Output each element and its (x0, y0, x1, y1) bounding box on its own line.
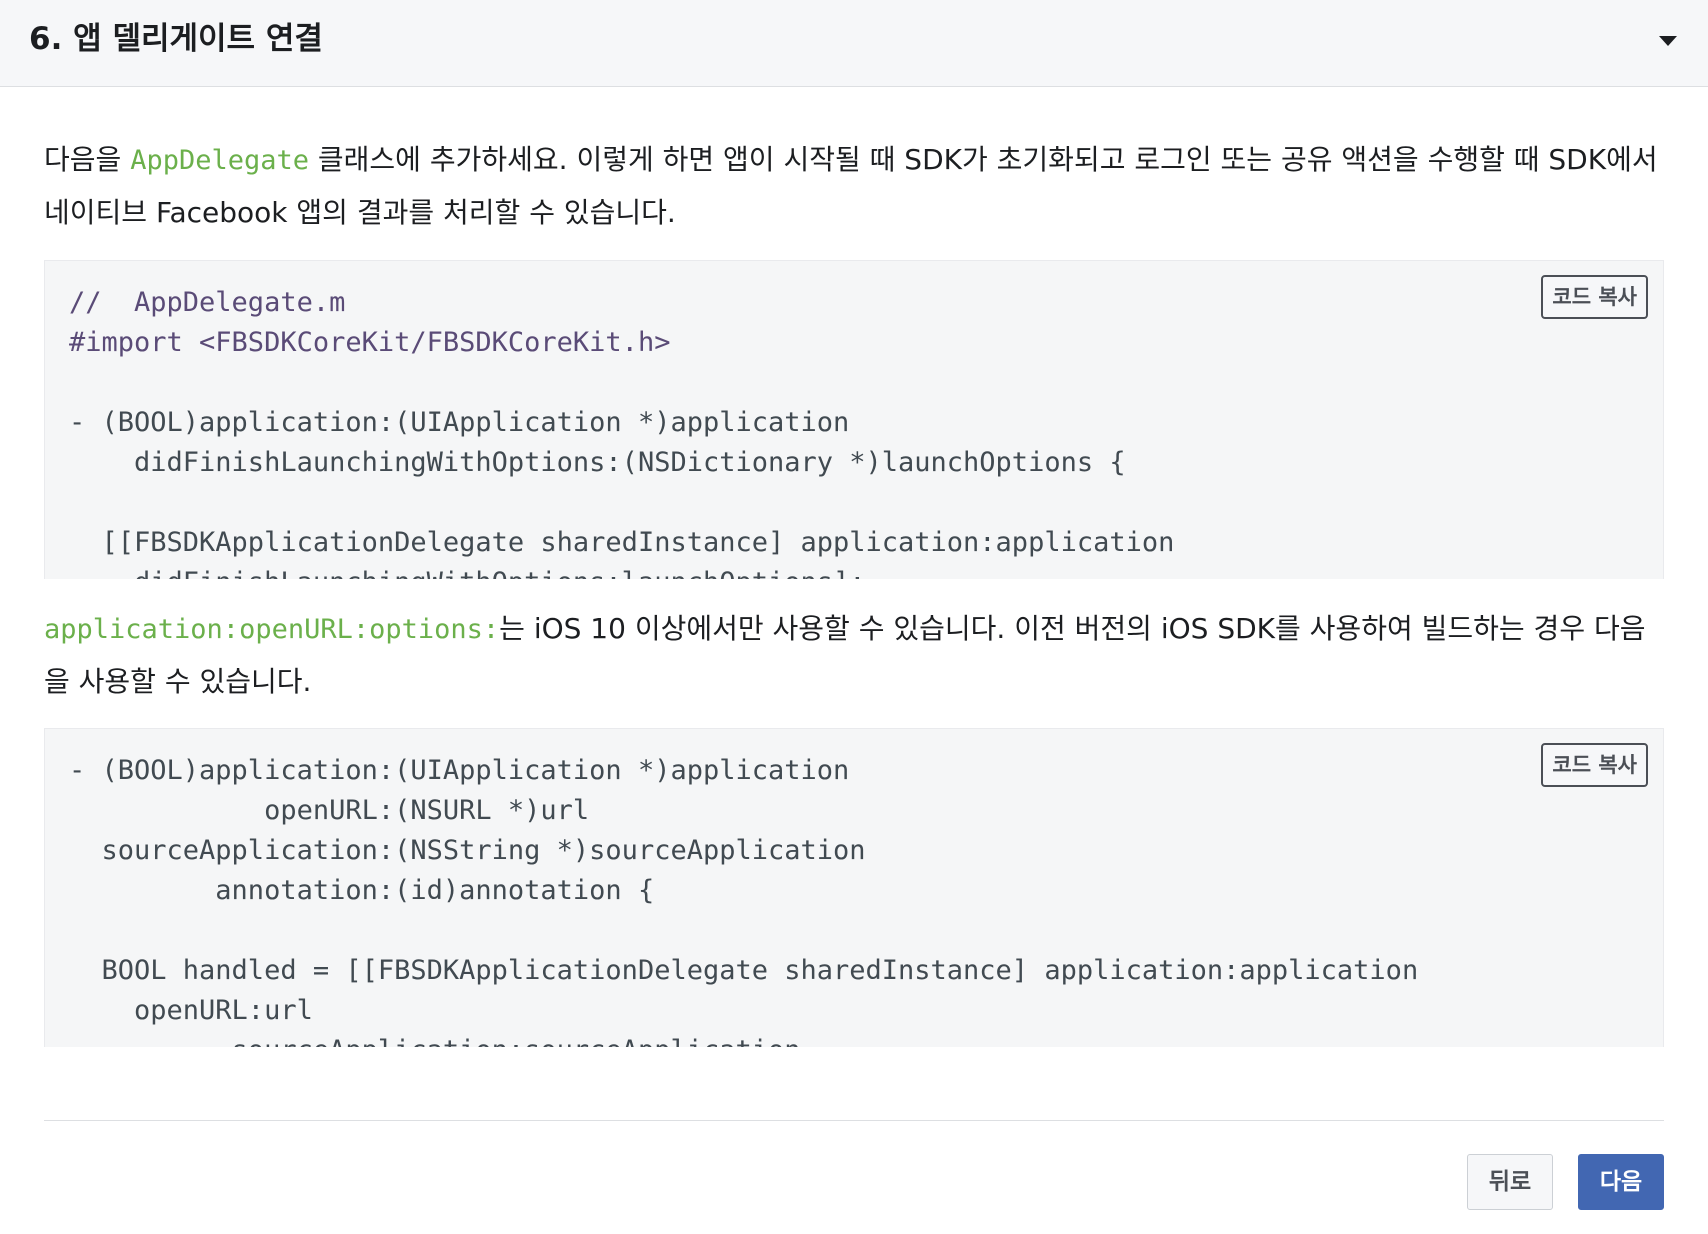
inline-code-appdelegate: AppDelegate (130, 145, 309, 176)
code-line: annotation:(id)annotation { (69, 875, 655, 906)
note-paragraph: application:openURL:options:는 iOS 10 이상에… (44, 603, 1669, 708)
code-line: // AppDelegate.m (69, 287, 346, 318)
code-line: - (BOOL)application:(UIApplication *)app… (69, 755, 850, 786)
footer-divider (44, 1120, 1664, 1121)
inline-code-openurl-options: application:openURL:options: (44, 614, 500, 645)
code-line: sourceApplication:(NSString *)sourceAppl… (69, 835, 866, 866)
intro-paragraph: 다음을 AppDelegate 클래스에 추가하세요. 이렇게 하면 앱이 시작… (44, 134, 1669, 239)
caret-down-icon[interactable] (1659, 36, 1677, 46)
code-block-open-url: - (BOOL)application:(UIApplication *)app… (44, 728, 1664, 1047)
intro-text-before: 다음을 (44, 143, 131, 176)
copy-code-button[interactable]: 코드 복사 (1541, 275, 1648, 319)
back-button[interactable]: 뒤로 (1467, 1154, 1553, 1210)
code-block-app-delegate: // AppDelegate.m #import <FBSDKCoreKit/F… (44, 260, 1664, 579)
code-line: didFinishLaunchingWithOptions:launchOpti… (69, 567, 866, 579)
code-line: BOOL handled = [[FBSDKApplicationDelegat… (69, 955, 1419, 986)
section-title: 6. 앱 델리게이트 연결 (29, 21, 323, 57)
section-header[interactable]: 6. 앱 델리게이트 연결 (0, 0, 1708, 87)
code-line: didFinishLaunchingWithOptions:(NSDiction… (69, 447, 1126, 478)
code-listing: - (BOOL)application:(UIApplication *)app… (45, 729, 1663, 1047)
code-line: - (BOOL)application:(UIApplication *)app… (69, 407, 850, 438)
code-line: openURL:url (69, 995, 313, 1026)
code-listing: // AppDelegate.m #import <FBSDKCoreKit/F… (45, 261, 1663, 579)
code-line: sourceApplication:sourceApplication (69, 1035, 801, 1047)
code-line: openURL:(NSURL *)url (69, 795, 590, 826)
next-button[interactable]: 다음 (1578, 1154, 1664, 1210)
code-line: #import <FBSDKCoreKit/FBSDKCoreKit.h> (69, 327, 671, 358)
code-line: [[FBSDKApplicationDelegate sharedInstanc… (69, 527, 1175, 558)
copy-code-button[interactable]: 코드 복사 (1541, 743, 1648, 787)
